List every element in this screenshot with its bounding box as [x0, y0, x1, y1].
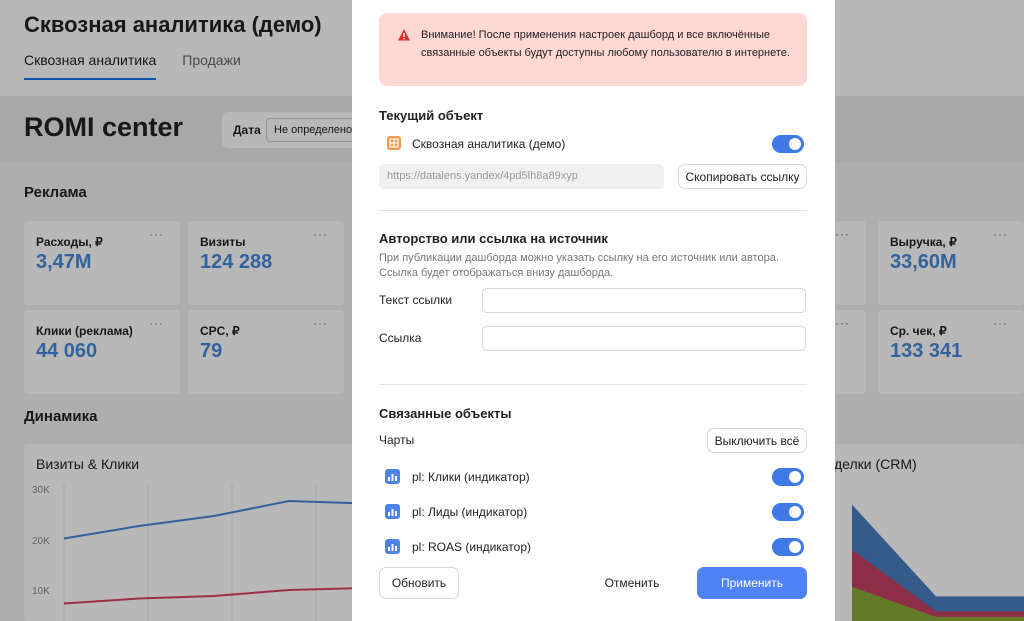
- warning-icon: [398, 29, 410, 41]
- related-object-name: pl: Клики (индикатор): [412, 470, 530, 484]
- refresh-button[interactable]: Обновить: [379, 567, 459, 599]
- current-object-toggle[interactable]: [772, 135, 804, 153]
- current-object-heading: Текущий объект: [379, 108, 484, 123]
- current-object-name: Сквозная аналитика (демо): [412, 137, 566, 151]
- related-object-toggle[interactable]: [772, 503, 804, 521]
- chart-icon: [385, 504, 400, 519]
- link-text-label: Текст ссылки: [379, 293, 453, 307]
- link-text-input[interactable]: [482, 288, 806, 313]
- cancel-button[interactable]: Отменить: [597, 567, 667, 599]
- public-url-field[interactable]: https://datalens.yandex/4pd5lh8a89xyp: [379, 164, 664, 189]
- publish-dialog: Внимание! После применения настроек дашб…: [352, 0, 835, 621]
- link-url-input[interactable]: [482, 326, 806, 351]
- copy-link-button[interactable]: Скопировать ссылку: [678, 164, 807, 189]
- author-description: При публикации дашборда можно указать сс…: [379, 252, 779, 279]
- apply-button[interactable]: Применить: [697, 567, 807, 599]
- dashboard-icon: [387, 136, 401, 150]
- charts-label: Чарты: [379, 433, 415, 447]
- warning-banner: Внимание! После применения настроек дашб…: [379, 13, 807, 86]
- chart-icon: [385, 539, 400, 554]
- related-object-toggle[interactable]: [772, 538, 804, 556]
- related-object-name: pl: Лиды (индикатор): [412, 505, 528, 519]
- dialog-footer: Обновить Отменить Применить: [352, 556, 835, 621]
- disable-all-button[interactable]: Выключить всё: [707, 428, 807, 453]
- related-object-toggle[interactable]: [772, 468, 804, 486]
- chart-icon: [385, 469, 400, 484]
- divider: [379, 384, 807, 385]
- related-objects-heading: Связанные объекты: [379, 406, 512, 421]
- link-label: Ссылка: [379, 331, 422, 345]
- divider: [379, 210, 807, 211]
- related-object-name: pl: ROAS (индикатор): [412, 540, 532, 554]
- author-heading: Авторство или ссылка на источник: [379, 231, 608, 246]
- warning-text: Внимание! После применения настроек дашб…: [421, 29, 790, 59]
